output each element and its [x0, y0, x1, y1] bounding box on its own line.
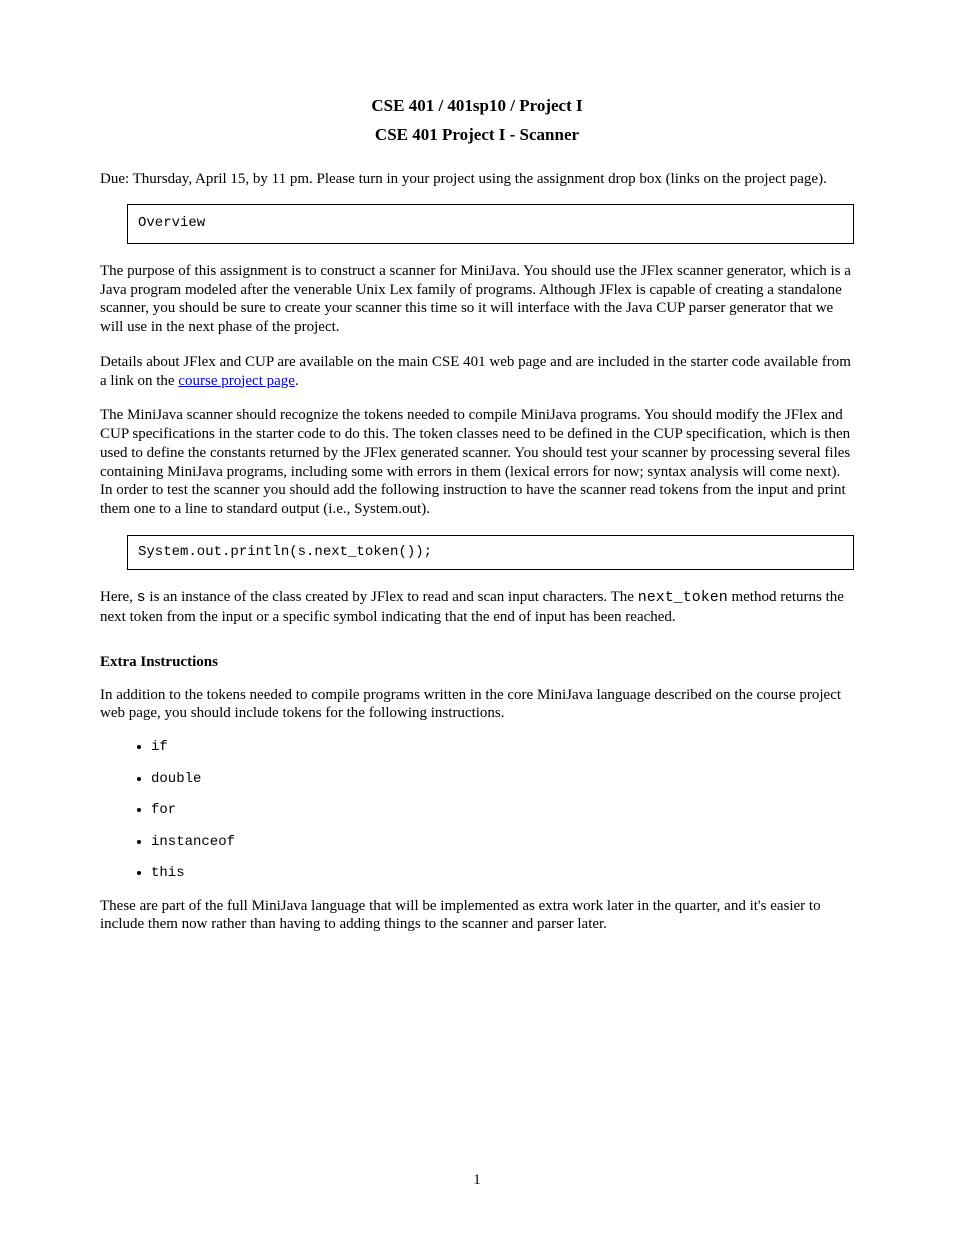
instruction-list: if double for instanceof this: [127, 739, 854, 883]
course-project-page-link[interactable]: course project page: [178, 373, 295, 389]
code-example: System.out.println(s.next_token());: [138, 544, 432, 560]
extra-paragraph-2: These are part of the full MiniJava lang…: [100, 897, 854, 935]
overview-title-box: Overview: [127, 204, 854, 244]
overview-paragraph-2: Details about JFlex and CUP are availabl…: [100, 353, 854, 391]
scanner-paragraph-2: Here, s is an instance of the class crea…: [100, 588, 854, 627]
page-title: CSE 401 Project I - Scanner: [100, 124, 854, 145]
list-item: instanceof: [151, 834, 854, 852]
list-item: for: [151, 802, 854, 820]
list-item: double: [151, 771, 854, 789]
list-item: this: [151, 865, 854, 883]
extra-instructions-heading: Extra Instructions: [100, 653, 854, 672]
page: CSE 401 / 401sp10 / Project I CSE 401 Pr…: [0, 0, 954, 1235]
overview-paragraph-1: The purpose of this assignment is to con…: [100, 262, 854, 337]
page-path: CSE 401 / 401sp10 / Project I: [100, 95, 854, 116]
overview-p2-after: .: [295, 373, 299, 389]
code-inline-s: s: [137, 589, 146, 606]
code-example-box: System.out.println(s.next_token());: [127, 535, 854, 571]
due-line: Due: Thursday, April 15, by 11 pm. Pleas…: [100, 170, 854, 189]
list-item: if: [151, 739, 854, 757]
scanner-p2-b: is an instance of the class created by J…: [146, 589, 638, 605]
extra-paragraph-1: In addition to the tokens needed to comp…: [100, 686, 854, 724]
code-inline-next-token: next_token: [638, 589, 728, 606]
overview-heading: Overview: [138, 215, 205, 231]
page-number: 1: [0, 1171, 954, 1190]
scanner-paragraph-1: The MiniJava scanner should recognize th…: [100, 406, 854, 519]
scanner-p2-a: Here,: [100, 589, 137, 605]
